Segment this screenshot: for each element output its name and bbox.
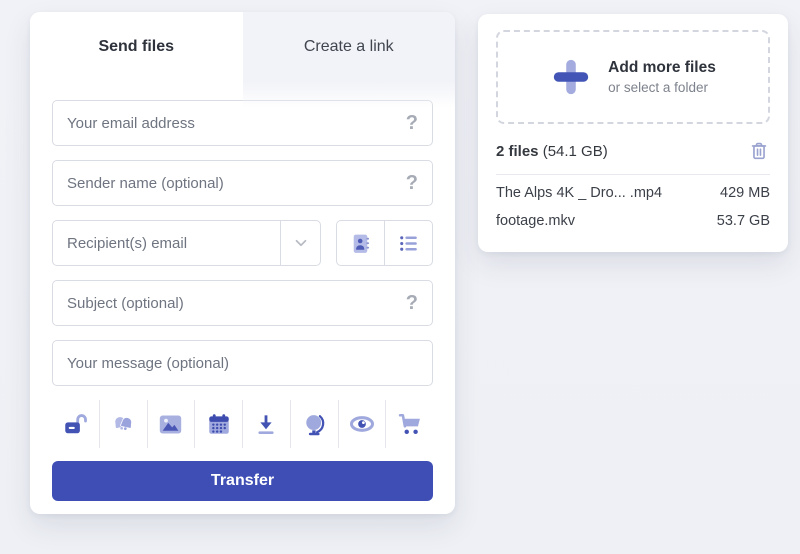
add-more-files-title: Add more files xyxy=(608,59,716,77)
select-folder-subtitle: or select a folder xyxy=(608,80,716,95)
bells-icon xyxy=(110,411,137,438)
file-row[interactable]: The Alps 4K _ Dro... .mp4 429 MB xyxy=(496,175,770,203)
dropzone-text: Add more files or select a folder xyxy=(608,59,716,95)
message-placeholder: Your message (optional) xyxy=(67,355,418,372)
notifications-option[interactable] xyxy=(100,400,148,448)
help-icon[interactable]: ? xyxy=(406,113,418,133)
recipient-email-field[interactable]: Recipient(s) email xyxy=(52,220,321,266)
files-count: 2 files xyxy=(496,143,539,160)
address-book-icon xyxy=(348,231,373,256)
transfer-button[interactable]: Transfer xyxy=(52,461,433,501)
recipient-row: Recipient(s) email xyxy=(52,220,433,266)
help-icon[interactable]: ? xyxy=(406,293,418,313)
calendar-icon xyxy=(206,411,232,437)
tab-create-a-link-label: Create a link xyxy=(304,38,394,56)
email-field[interactable]: Your email address ? xyxy=(52,100,433,146)
bullet-list-icon xyxy=(396,231,421,256)
recipient-tools xyxy=(336,220,433,266)
cart-icon xyxy=(396,410,424,438)
download-icon xyxy=(253,411,279,437)
globe-icon xyxy=(301,411,328,438)
send-files-card: Send files Create a link Your email addr… xyxy=(30,12,455,514)
tab-bar: Send files Create a link xyxy=(30,12,455,82)
transfer-options-row xyxy=(52,400,433,448)
file-size: 53.7 GB xyxy=(717,213,770,229)
trash-icon xyxy=(748,140,770,162)
download-limit-option[interactable] xyxy=(243,400,291,448)
files-header: 2 files (54.1 GB) xyxy=(496,140,770,162)
chevron-down-icon[interactable] xyxy=(280,221,320,265)
sender-placeholder: Sender name (optional) xyxy=(67,175,406,192)
address-book-button[interactable] xyxy=(337,221,385,265)
subject-placeholder: Subject (optional) xyxy=(67,295,406,312)
message-field[interactable]: Your message (optional) xyxy=(52,340,433,386)
image-icon xyxy=(157,411,184,438)
file-row[interactable]: footage.mkv 53.7 GB xyxy=(496,203,770,231)
email-placeholder: Your email address xyxy=(67,115,406,132)
send-form: Your email address ? Sender name (option… xyxy=(30,82,455,501)
file-name: The Alps 4K _ Dro... .mp4 xyxy=(496,185,662,201)
tab-create-a-link[interactable]: Create a link xyxy=(243,12,456,82)
pay-option[interactable] xyxy=(386,400,433,448)
recipient-placeholder: Recipient(s) email xyxy=(53,221,280,265)
files-total-size: (54.1 GB) xyxy=(539,143,608,160)
unlock-icon xyxy=(62,411,88,437)
sender-name-field[interactable]: Sender name (optional) ? xyxy=(52,160,433,206)
eye-icon xyxy=(348,410,376,438)
preview-image-option[interactable] xyxy=(148,400,196,448)
subject-field[interactable]: Subject (optional) ? xyxy=(52,280,433,326)
delete-all-button[interactable] xyxy=(748,140,770,162)
plus-icon xyxy=(550,56,592,98)
files-summary: 2 files (54.1 GB) xyxy=(496,143,608,160)
add-more-files-dropzone[interactable]: Add more files or select a folder xyxy=(496,30,770,124)
file-size: 429 MB xyxy=(720,185,770,201)
password-option[interactable] xyxy=(52,400,100,448)
preview-option[interactable] xyxy=(339,400,387,448)
help-icon[interactable]: ? xyxy=(406,173,418,193)
language-option[interactable] xyxy=(291,400,339,448)
mailing-list-button[interactable] xyxy=(385,221,432,265)
file-name: footage.mkv xyxy=(496,213,575,229)
files-card: Add more files or select a folder 2 file… xyxy=(478,14,788,252)
expiry-date-option[interactable] xyxy=(195,400,243,448)
tab-send-files-label: Send files xyxy=(98,38,174,56)
tab-send-files[interactable]: Send files xyxy=(30,12,243,82)
